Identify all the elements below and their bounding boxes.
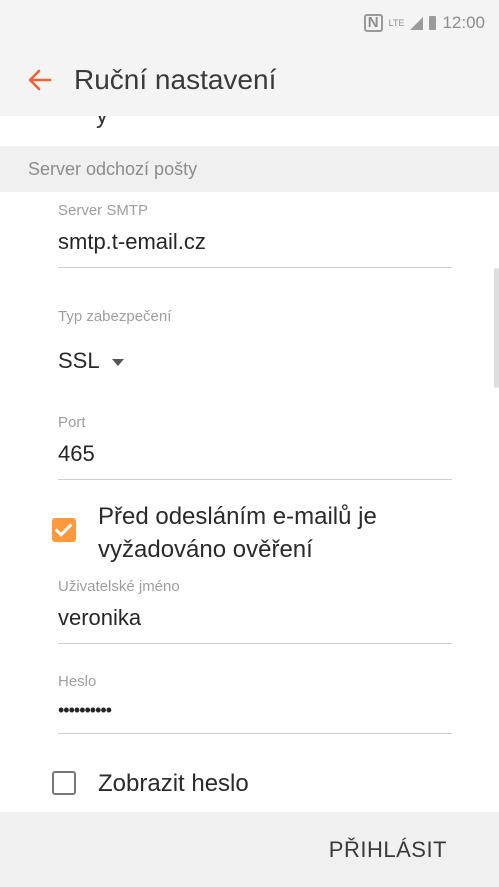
username-underline [58, 643, 452, 644]
security-type-field: Typ zabezpečení [58, 308, 452, 325]
smtp-server-field: Server SMTP smtp.t-email.cz [58, 202, 452, 268]
port-label: Port [58, 414, 86, 431]
username-field: Uživatelské jméno veronika [58, 578, 452, 644]
battery-icon [429, 16, 437, 30]
require-auth-label: Před odesláním e-mailů je vyžadováno ově… [98, 500, 377, 566]
show-password-label: Zobrazit heslo [98, 770, 249, 797]
security-type-value: SSL [58, 348, 100, 373]
require-auth-checkbox[interactable] [52, 518, 76, 542]
smtp-server-input[interactable]: smtp.t-email.cz [58, 229, 452, 255]
nfc-icon: N [363, 14, 383, 32]
settings-form[interactable]: y Server odchozí pošty Server SMTP smtp.… [0, 116, 499, 812]
port-input[interactable]: 465 [58, 441, 452, 467]
chevron-down-icon [111, 358, 124, 366]
username-input[interactable]: veronika [58, 605, 452, 631]
security-type-dropdown[interactable]: SSL [58, 348, 124, 374]
page-title: Ruční nastavení [74, 64, 277, 95]
port-underline [58, 479, 452, 480]
password-underline [58, 733, 452, 734]
bottom-bar: PŘIHLÁSIT [0, 812, 499, 887]
port-field: Port 465 [58, 414, 452, 480]
smtp-server-underline [58, 267, 452, 268]
username-label: Uživatelské jméno [58, 578, 180, 595]
security-type-label: Typ zabezpečení [58, 308, 172, 325]
clipped-previous-text: y [96, 116, 108, 130]
login-button[interactable]: PŘIHLÁSIT [329, 837, 447, 863]
back-button[interactable] [26, 66, 54, 94]
status-bar: N LTE 12:00 [0, 0, 499, 46]
require-auth-label-line1: Před odesláním e-mailů je [98, 503, 377, 530]
app-bar: Ruční nastavení [0, 46, 499, 114]
show-password-checkbox[interactable] [52, 771, 76, 795]
password-field: Heslo •••••••••• [58, 673, 452, 734]
lte-indicator: LTE [388, 17, 405, 28]
scrollbar[interactable] [494, 268, 499, 388]
smtp-server-label: Server SMTP [58, 202, 149, 219]
require-auth-label-line2: vyžadováno ověření [98, 536, 313, 563]
password-label: Heslo [58, 673, 97, 690]
arrow-left-icon [28, 69, 52, 91]
show-password-checkbox-row[interactable]: Zobrazit heslo [52, 767, 249, 800]
section-header-outgoing-server: Server odchozí pošty [0, 146, 499, 192]
status-time: 12:00 [442, 13, 485, 32]
password-input[interactable]: •••••••••• [58, 700, 452, 721]
signal-icon [410, 16, 424, 30]
require-auth-checkbox-row[interactable]: Před odesláním e-mailů je vyžadováno ově… [52, 500, 377, 566]
